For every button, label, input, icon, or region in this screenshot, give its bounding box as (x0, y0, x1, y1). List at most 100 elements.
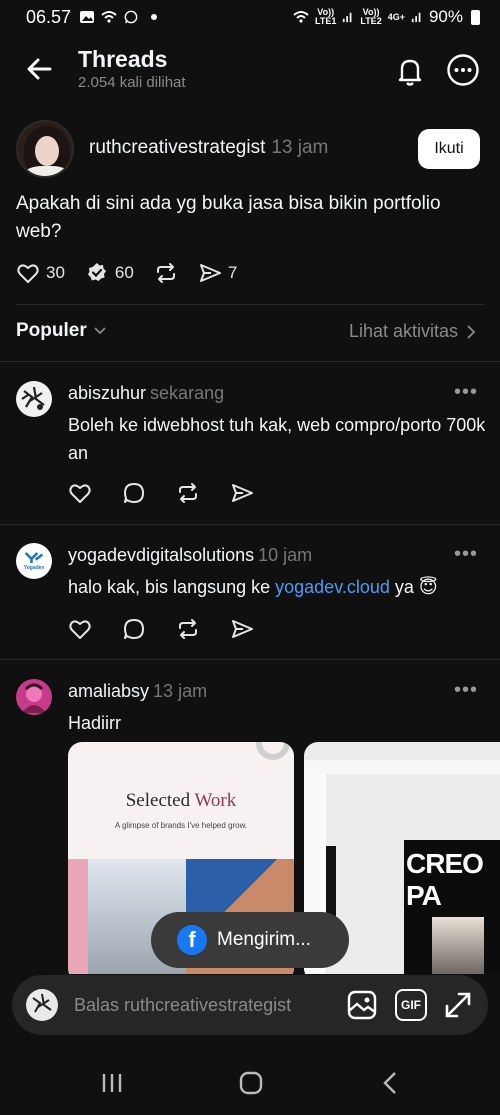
reply-text-part: halo kak, bis langsung ke (68, 577, 276, 597)
follow-button[interactable]: Ikuti (418, 129, 480, 169)
sketch-avatar-icon (21, 386, 45, 410)
loading-ring-icon (256, 742, 290, 760)
share-icon[interactable] (230, 481, 254, 505)
bell-icon[interactable] (393, 54, 427, 88)
back-arrow-icon[interactable] (24, 54, 54, 84)
view-activity-label: Lihat aktivitas (348, 321, 458, 341)
sort-dropdown[interactable]: Populer (16, 320, 107, 342)
comment-icon[interactable] (122, 481, 146, 505)
gallery-notification-icon (80, 11, 95, 23)
reply-time: 10 jam (258, 545, 313, 565)
post-author[interactable]: ruthcreativestrategist 13 jam (89, 137, 328, 159)
status-bar: 06.57 Vo)) LTE1 Vo)) LTE2 4G+ 90% (0, 0, 500, 34)
expand-icon[interactable] (442, 989, 474, 1021)
reply-author-name[interactable]: amaliabsy (68, 681, 149, 701)
back-icon[interactable] (378, 1070, 404, 1096)
heart-icon[interactable] (68, 617, 92, 641)
view-count: 2.054 kali dilihat (78, 74, 186, 91)
reply-text: Boleh ke idwebhost tuh kak, web compro/p… (68, 415, 486, 463)
card-title-part: Selected (125, 790, 191, 811)
reply-text: halo kak, bis langsung ke yogadev.cloud … (68, 573, 488, 601)
divider (16, 304, 484, 305)
reply-input[interactable]: Balas ruthcreativestrategist (74, 995, 291, 1016)
share-icon (199, 264, 221, 282)
signal-icon (343, 12, 352, 23)
repost-button[interactable] (154, 261, 178, 285)
facebook-icon: f (177, 925, 207, 955)
reply-author[interactable]: amaliabsy 13 jam (68, 681, 207, 702)
yogadev-logo-text: Yogadev (23, 565, 45, 571)
whatsapp-icon (124, 10, 138, 24)
battery-icon (471, 9, 480, 25)
yogadev-logo-icon (24, 552, 44, 563)
reply-time: sekarang (150, 383, 225, 403)
network-type: 4G+ (387, 11, 405, 22)
reply-author[interactable]: abiszuhur sekarang (68, 383, 224, 404)
signal-icon-2 (411, 12, 421, 23)
reply-actions (68, 617, 254, 641)
card-title-accent: Work (194, 790, 237, 811)
reply-author-name[interactable]: yogadevdigitalsolutions (68, 545, 254, 565)
system-nav-bar (0, 1050, 500, 1115)
share-icon[interactable] (230, 617, 254, 641)
sort-label: Populer (16, 320, 87, 341)
reply-text-part: ya 😇 (389, 577, 438, 597)
sending-toast: f Mengirim... (151, 912, 349, 968)
sim2-label: Vo)) LTE2 (360, 8, 381, 26)
home-icon[interactable] (238, 1070, 264, 1096)
notification-dot-icon (151, 14, 158, 20)
pink-avatar-icon (22, 683, 46, 713)
toast-label: Mengirim... (217, 929, 311, 950)
heart-icon (17, 264, 39, 283)
sim1-lte: LTE1 (315, 16, 337, 26)
avatar[interactable]: Yogadev (16, 543, 52, 579)
reply-author[interactable]: yogadevdigitalsolutions 10 jam (68, 545, 312, 566)
status-time: 06.57 (26, 6, 72, 27)
more-options-icon[interactable] (446, 53, 480, 87)
avatar[interactable] (16, 679, 52, 715)
reply-composer[interactable]: Balas ruthcreativestrategist GIF (12, 975, 488, 1035)
post-actions: 30 60 7 (16, 260, 257, 286)
view-activity-link[interactable]: Lihat aktivitas (349, 321, 476, 342)
more-icon[interactable]: ••• (454, 543, 478, 566)
avatar-face (35, 136, 59, 166)
sketch-avatar-icon (32, 993, 52, 1013)
share-action[interactable]: 7 (198, 261, 237, 285)
card-subtitle: A glimpse of brands I've helped grow. (114, 821, 248, 830)
wifi-notification-icon (101, 11, 117, 23)
reply-link[interactable]: yogadev.cloud (275, 577, 390, 597)
heart-icon[interactable] (68, 481, 92, 505)
comment-icon[interactable] (122, 617, 146, 641)
header: Threads 2.054 kali dilihat (0, 40, 500, 100)
reply-author-name[interactable]: abiszuhur (68, 383, 146, 403)
reply-time: 13 jam (153, 681, 208, 701)
repost-action[interactable]: 60 (85, 261, 134, 285)
card-title: Selected Work (68, 790, 294, 812)
sim1-label: Vo)) LTE1 (315, 8, 336, 26)
avatar[interactable] (16, 120, 74, 178)
recent-apps-icon[interactable] (99, 1070, 125, 1096)
avatar[interactable] (16, 381, 52, 417)
editor-toolbar (304, 760, 500, 774)
repost-icon[interactable] (176, 617, 200, 641)
post-author-name[interactable]: ruthcreativestrategist (89, 137, 265, 158)
page-title: Threads (78, 46, 168, 72)
photo-strip (68, 859, 88, 974)
status-left-icons (79, 10, 158, 24)
more-icon[interactable]: ••• (454, 679, 478, 702)
divider (0, 524, 500, 525)
post-time: 13 jam (271, 137, 329, 158)
wifi-icon (293, 11, 309, 23)
reposted-check-icon (87, 263, 106, 281)
battery-percent: 90% (428, 7, 463, 26)
post-text: Apakah di sini ada yg buka jasa bisa bik… (16, 193, 441, 242)
repost-count: 60 (114, 263, 134, 282)
like-action[interactable]: 30 (16, 261, 65, 285)
gif-button[interactable]: GIF (395, 989, 427, 1021)
more-icon[interactable]: ••• (454, 381, 478, 404)
image-icon[interactable] (346, 989, 378, 1021)
repost-icon[interactable] (176, 481, 200, 505)
avatar (26, 989, 58, 1021)
status-right-icons: Vo)) LTE1 Vo)) LTE2 4G+ 90% (293, 7, 480, 27)
divider (0, 659, 500, 660)
